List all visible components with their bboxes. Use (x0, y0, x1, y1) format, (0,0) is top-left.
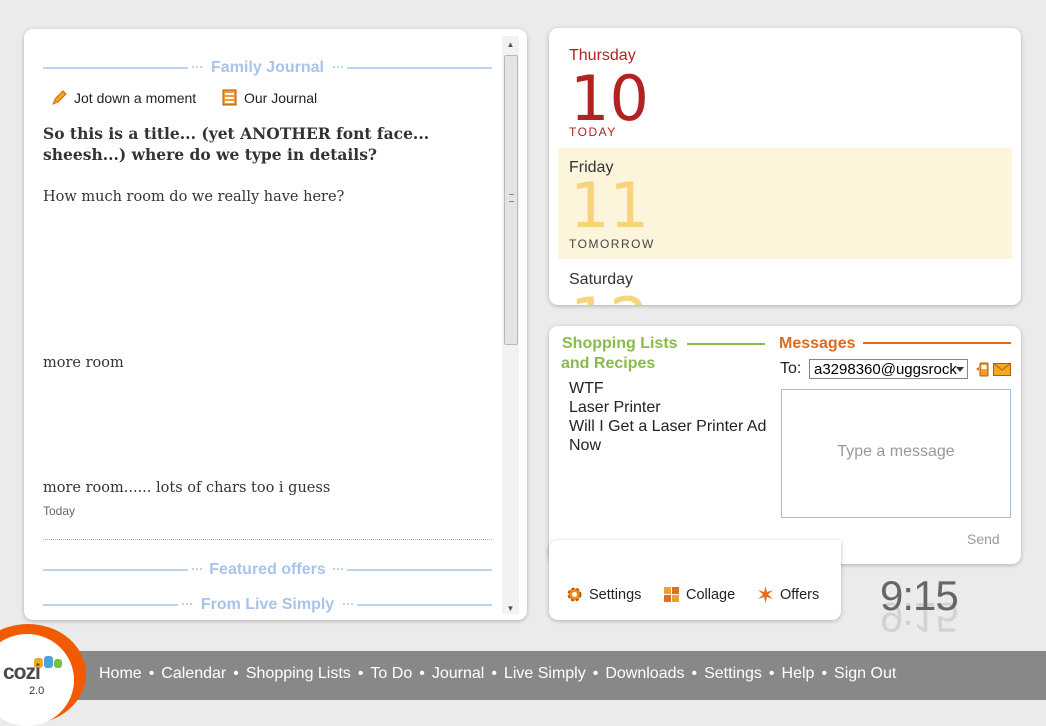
scrollbar-thumb[interactable] (504, 55, 518, 345)
nav-help[interactable]: Help (782, 665, 815, 683)
day-number: 12 (570, 290, 649, 306)
nav-downloads[interactable]: Downloads (605, 665, 684, 683)
nav-calendar[interactable]: Calendar (161, 665, 226, 683)
jot-down-button[interactable]: Jot down a moment (51, 89, 196, 106)
calendar-day-today[interactable]: Thursday 10 TODAY (558, 36, 1012, 146)
nav-settings[interactable]: Settings (704, 665, 762, 683)
clock-reflection: 9:15 (880, 594, 958, 641)
nav-to-do[interactable]: To Do (370, 665, 412, 683)
featured-offers-heading: Featured offers (43, 560, 492, 580)
day-number: 11 (570, 169, 649, 242)
divider (687, 343, 765, 345)
family-journal-title: Family Journal (211, 59, 324, 76)
journal-book-icon (221, 89, 238, 106)
offers-label: Offers (780, 586, 820, 603)
our-journal-label: Our Journal (244, 89, 318, 106)
day-number: 10 (570, 62, 649, 135)
send-button[interactable]: Send (967, 531, 1000, 547)
nav-home[interactable]: Home (99, 665, 142, 683)
collage-button[interactable]: Collage (663, 586, 735, 603)
more-panel: More Settings Collage Offers (549, 540, 841, 620)
journal-scrollbar[interactable]: ▲ ▼ (502, 36, 519, 614)
to-label: To: (780, 360, 802, 377)
gear-icon (566, 586, 583, 603)
cozi-version: 2.0 (29, 685, 45, 697)
shopping-lists-heading[interactable]: Shopping Lists (562, 335, 678, 353)
message-input[interactable]: Type a message (781, 389, 1011, 518)
live-simply-heading: From Live Simply (43, 595, 492, 615)
email-icon[interactable] (993, 363, 1011, 376)
starburst-icon (757, 586, 774, 603)
scroll-up-icon[interactable]: ▲ (502, 38, 519, 52)
live-simply-title: From Live Simply (200, 596, 335, 613)
calendar-panel: Thursday 10 TODAY Friday 11 TOMORROW Sat… (549, 28, 1021, 305)
settings-label: Settings (589, 586, 642, 603)
nav-sign-out[interactable]: Sign Out (834, 665, 896, 683)
journal-post-line: How much room do we really have here? (43, 189, 345, 205)
day-label: TODAY (569, 125, 617, 139)
divider (43, 539, 492, 540)
offers-button[interactable]: Offers (757, 586, 819, 603)
settings-button[interactable]: Settings (566, 586, 641, 603)
lists-messages-panel: Shopping Lists and Recipes WTF Laser Pri… (549, 326, 1021, 564)
journal-post-line: more room...... lots of chars too i gues… (43, 480, 331, 496)
nav-shopping-lists[interactable]: Shopping Lists (246, 665, 351, 683)
jot-down-label: Jot down a moment (74, 89, 197, 106)
journal-post-date: Today (43, 504, 76, 518)
our-journal-button[interactable]: Our Journal (221, 89, 317, 106)
cozi-logo-text: cozi (3, 661, 41, 684)
recipient-select[interactable]: a3298360@uggsrock (809, 359, 968, 379)
message-placeholder: Type a message (837, 443, 955, 460)
pencil-icon (51, 89, 68, 106)
featured-offers-title: Featured offers (209, 561, 326, 578)
main-nav: Home • Calendar • Shopping Lists • To Do • J… (99, 665, 897, 683)
scroll-down-icon[interactable]: ▼ (502, 602, 519, 616)
calendar-day-tomorrow[interactable]: Friday 11 TOMORROW (558, 148, 1012, 259)
collage-icon (663, 586, 680, 603)
phone-icon[interactable] (975, 361, 991, 377)
journal-post-line: more room (43, 355, 124, 371)
divider (863, 342, 1011, 344)
day-label: TOMORROW (569, 237, 655, 251)
list-item[interactable]: Now (569, 436, 601, 455)
panel-joint (552, 553, 837, 571)
messages-heading: Messages (779, 335, 856, 352)
list-item[interactable]: Laser Printer (569, 398, 661, 417)
recipient-value: a3298360@uggsrock (814, 361, 957, 378)
nav-live-simply[interactable]: Live Simply (504, 665, 586, 683)
calendar-day-saturday[interactable]: Saturday 12 (558, 260, 1012, 305)
recipes-heading[interactable]: and Recipes (561, 355, 655, 373)
list-item[interactable]: WTF (569, 379, 604, 398)
collage-label: Collage (686, 586, 736, 603)
chevron-down-icon (956, 367, 964, 372)
nav-journal[interactable]: Journal (432, 665, 484, 683)
family-journal-panel: Family Journal Jot down a moment Our Jou… (24, 29, 527, 620)
list-item[interactable]: Will I Get a Laser Printer Ad (569, 417, 766, 436)
journal-post-title: So this is a title... (yet ANOTHER font … (43, 124, 430, 164)
family-journal-heading: Family Journal (43, 58, 492, 78)
